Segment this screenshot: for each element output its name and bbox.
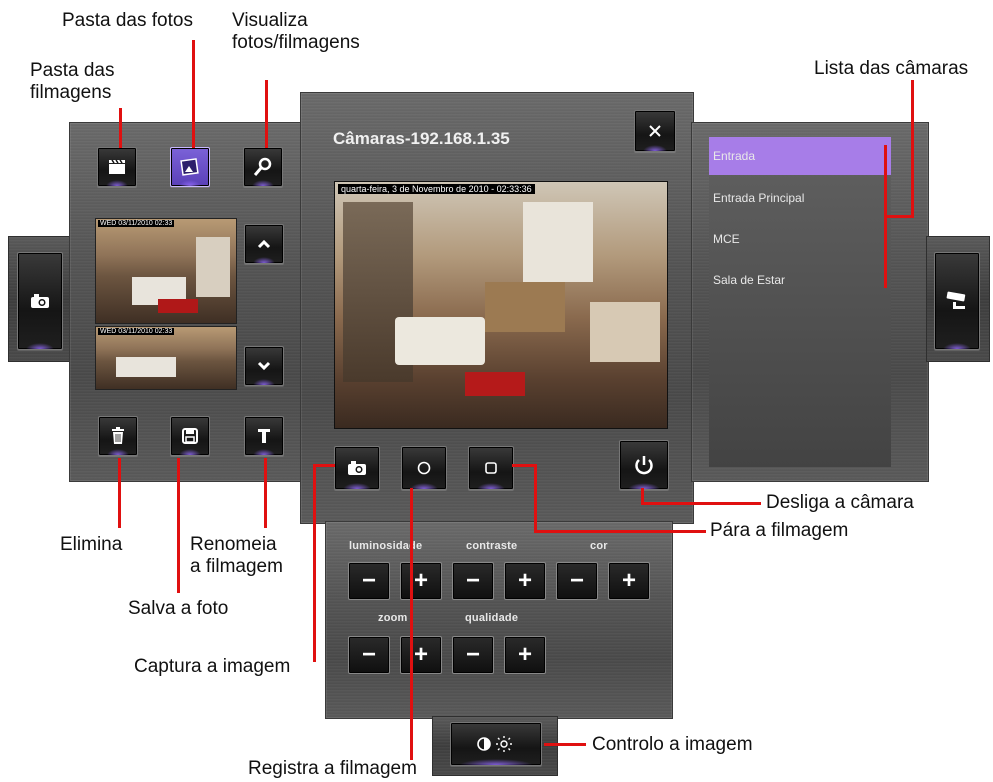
image-control-toggle-button[interactable] <box>450 722 542 766</box>
thumbnail-2[interactable]: WED 03/11/2010 02:33 <box>95 326 237 390</box>
callout-pasta-fotos: Pasta das fotos <box>62 10 193 31</box>
camera-icon <box>31 294 49 308</box>
zoom-label: zoom <box>378 612 408 624</box>
chevron-down-icon <box>257 361 271 371</box>
quality-minus-button[interactable]: − <box>452 636 494 674</box>
callout-line <box>534 530 706 533</box>
stop-icon <box>485 462 497 474</box>
stop-button[interactable] <box>468 446 514 490</box>
callout-line <box>313 464 335 467</box>
cctv-tab-button[interactable] <box>934 252 980 350</box>
callout-elimina: Elimina <box>60 534 123 555</box>
callout-lista-camaras: Lista das câmaras <box>814 58 969 79</box>
callout-line <box>641 502 761 505</box>
callout-line <box>544 743 586 746</box>
callout-line <box>410 488 413 760</box>
camera-item-entrada-principal[interactable]: Entrada Principal <box>709 179 891 217</box>
camera-item-mce[interactable]: MCE <box>709 220 891 258</box>
callout-captura: Captura a imagem <box>134 656 291 677</box>
callout-para: Pára a filmagem <box>710 520 849 541</box>
quality-plus-button[interactable]: + <box>504 636 546 674</box>
callout-line <box>264 458 267 528</box>
video-timestamp: quarta-feira, 3 de Novembro de 2010 - 02… <box>338 184 535 194</box>
brightness-minus-button[interactable]: − <box>348 562 390 600</box>
clapperboard-icon <box>109 159 125 174</box>
record-button[interactable] <box>401 446 447 490</box>
thumbnail-1[interactable]: WED 03/11/2010 02:33 <box>95 218 237 324</box>
color-minus-button[interactable]: − <box>556 562 598 600</box>
magnifier-icon <box>253 157 272 176</box>
callout-controlo: Controlo a imagem <box>592 734 753 755</box>
zoom-minus-button[interactable]: − <box>348 636 390 674</box>
live-video-feed: quarta-feira, 3 de Novembro de 2010 - 02… <box>334 181 668 429</box>
callout-line <box>177 458 180 593</box>
photos-folder-button[interactable] <box>170 147 210 187</box>
callout-line <box>265 80 268 148</box>
save-photo-button[interactable] <box>170 416 210 456</box>
camera-icon <box>348 461 366 475</box>
photo-icon <box>180 158 199 176</box>
videos-folder-button[interactable] <box>97 147 137 187</box>
zoom-plus-button[interactable]: + <box>400 636 442 674</box>
callout-line <box>512 464 536 467</box>
quality-label: qualidade <box>465 612 519 624</box>
view-media-button[interactable] <box>243 147 283 187</box>
contrast-plus-button[interactable]: + <box>504 562 546 600</box>
camera-snapshot-tab-button[interactable] <box>17 252 63 350</box>
capture-image-button[interactable] <box>334 446 380 490</box>
callout-line <box>534 464 537 532</box>
trash-icon <box>112 427 124 444</box>
chevron-up-icon <box>257 239 271 249</box>
camera-item-sala-de-estar[interactable]: Sala de Estar <box>709 261 891 299</box>
callout-pasta-filmagens: Pasta das filmagens <box>30 60 115 103</box>
scroll-up-button[interactable] <box>244 224 284 264</box>
camera-item-entrada[interactable]: Entrada <box>709 137 891 175</box>
contrast-minus-button[interactable]: − <box>452 562 494 600</box>
power-button[interactable] <box>619 440 669 490</box>
rename-button[interactable] <box>244 416 284 456</box>
callout-line <box>884 215 914 218</box>
text-icon <box>258 429 270 443</box>
scroll-down-button[interactable] <box>244 346 284 386</box>
callout-line <box>118 458 121 528</box>
power-icon <box>635 456 653 475</box>
camera-list: Entrada Entrada Principal MCE Sala de Es… <box>709 137 891 467</box>
delete-button[interactable] <box>98 416 138 456</box>
cctv-icon <box>946 291 966 309</box>
callout-line <box>119 108 122 148</box>
close-icon <box>649 125 661 137</box>
window-title: Câmaras-192.168.1.35 <box>333 129 510 148</box>
callout-desliga: Desliga a câmara <box>766 492 914 513</box>
callout-line <box>911 80 914 218</box>
contrast-label: contraste <box>466 540 518 552</box>
callout-registra: Registra a filmagem <box>248 758 417 779</box>
callout-line <box>192 40 195 148</box>
close-button[interactable] <box>634 110 676 152</box>
brightness-plus-button[interactable]: + <box>400 562 442 600</box>
thumbnail-overlay-text: WED 03/11/2010 02:33 <box>98 220 175 227</box>
save-icon <box>182 428 198 444</box>
callout-renomeia: Renomeia a filmagem <box>190 534 283 577</box>
color-plus-button[interactable]: + <box>608 562 650 600</box>
callout-visualiza: Visualiza fotos/filmagens <box>232 10 360 53</box>
record-icon <box>417 461 431 475</box>
color-label: cor <box>590 540 608 552</box>
thumbnail-overlay-text: WED 03/11/2010 02:33 <box>98 328 175 335</box>
callout-line <box>313 464 316 662</box>
contrast-brightness-icon <box>477 736 512 752</box>
callout-line <box>884 145 887 288</box>
callout-salva: Salva a foto <box>128 598 229 619</box>
